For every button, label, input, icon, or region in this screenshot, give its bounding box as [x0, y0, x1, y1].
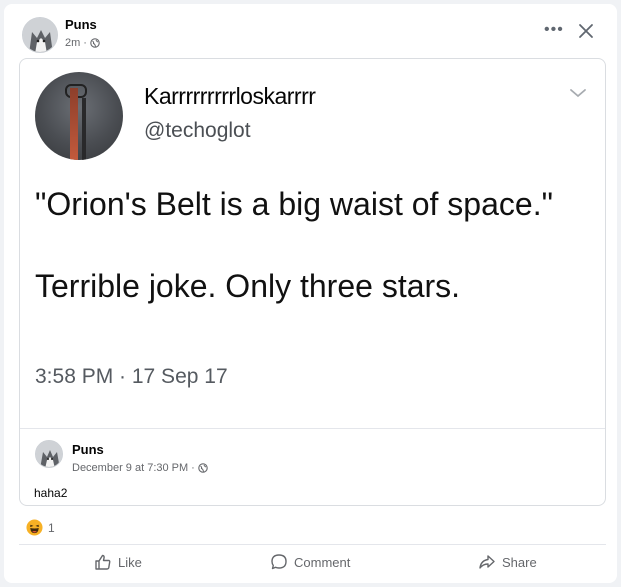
- tweet-handle: @techoglot: [144, 119, 251, 142]
- like-button[interactable]: Like: [94, 553, 142, 571]
- comment-button[interactable]: Comment: [270, 553, 350, 571]
- page-name[interactable]: Puns: [65, 17, 97, 32]
- share-label: Share: [502, 554, 537, 570]
- divider: [20, 428, 605, 429]
- original-page-name[interactable]: Puns: [72, 442, 104, 457]
- original-post-date[interactable]: December 9 at 7:30 PM: [72, 462, 188, 474]
- original-post-caption: haha2: [34, 486, 68, 500]
- post-card: Puns 2m · ••• Karrrrrrrrrloskarrrr @tech…: [4, 4, 617, 583]
- thumbs-up-icon: [95, 554, 111, 570]
- reactions-summary[interactable]: 1: [26, 519, 55, 536]
- more-options-button[interactable]: •••: [544, 22, 564, 38]
- share-button[interactable]: Share: [478, 553, 537, 571]
- like-label: Like: [118, 554, 142, 570]
- shared-post[interactable]: Karrrrrrrrrloskarrrr @techoglot "Orion's…: [19, 58, 606, 506]
- share-icon: [479, 555, 495, 569]
- globe-icon: [90, 38, 100, 48]
- globe-icon: [198, 463, 208, 473]
- close-button[interactable]: [577, 22, 595, 40]
- page-avatar[interactable]: [22, 17, 58, 53]
- comment-icon: [271, 554, 287, 570]
- reaction-count: 1: [48, 520, 55, 535]
- haha-icon: [26, 519, 43, 536]
- meta-separator: ·: [191, 462, 195, 474]
- tweet-text-comment: Terrible joke. Only three stars.: [35, 268, 461, 304]
- tweet-text-quote: "Orion's Belt is a big waist of space.": [35, 186, 553, 222]
- comment-label: Comment: [294, 554, 351, 570]
- original-post-meta: December 9 at 7:30 PM ·: [72, 462, 208, 474]
- original-page-avatar[interactable]: [35, 440, 63, 468]
- post-meta: 2m ·: [65, 37, 100, 49]
- tweet-text: "Orion's Belt is a big waist of space." …: [35, 184, 595, 307]
- tweet-avatar: [35, 72, 123, 160]
- tweet-timestamp: 3:58 PM · 17 Sep 17: [35, 365, 228, 388]
- tweet-display-name: Karrrrrrrrrloskarrrr: [144, 83, 316, 109]
- post-time[interactable]: 2m: [65, 37, 80, 49]
- chevron-down-icon: [570, 89, 586, 98]
- divider: [19, 544, 606, 545]
- close-icon: [579, 24, 593, 38]
- meta-separator: ·: [83, 37, 87, 49]
